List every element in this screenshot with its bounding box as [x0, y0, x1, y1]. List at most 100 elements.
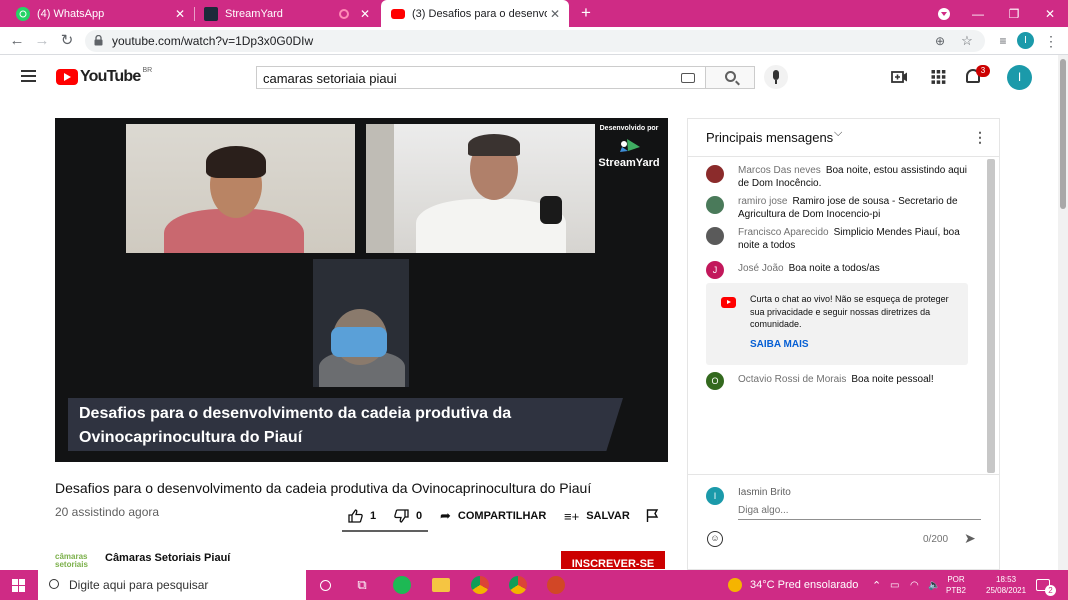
- chat-text: Boa noite pessoal!: [851, 374, 934, 385]
- chat-text: Boa noite a todos/as: [788, 263, 880, 274]
- tab-search-icon[interactable]: [927, 0, 961, 27]
- chevron-down-icon[interactable]: ⌵: [834, 127, 842, 140]
- chat-input-area: I Iasmin Brito Diga algo... ☺ 0/200 ➤: [688, 474, 999, 569]
- send-icon[interactable]: ➤: [964, 530, 976, 547]
- new-tab-icon[interactable]: +: [576, 3, 596, 23]
- dislike-button[interactable]: 0: [394, 508, 422, 524]
- streamyard-watermark: Desenvolvido por StreamYard: [594, 125, 664, 181]
- chrome-profile-icon[interactable]: [508, 575, 528, 595]
- chat-author: ramiro jose: [738, 196, 788, 207]
- taskbar-search-input[interactable]: Digite aqui para pesquisar: [38, 570, 306, 600]
- save-button[interactable]: ≡+ SALVAR: [564, 508, 630, 524]
- participant-video-1: [126, 124, 355, 253]
- flag-icon: [646, 509, 659, 522]
- back-icon[interactable]: ←: [8, 32, 26, 50]
- close-icon[interactable]: ✕: [547, 7, 563, 21]
- search-input[interactable]: camaras setoriaia piaui: [256, 66, 706, 89]
- minimize-icon[interactable]: —: [961, 0, 995, 27]
- logo-country: BR: [142, 66, 153, 74]
- windows-start-icon[interactable]: [12, 579, 25, 592]
- like-button[interactable]: 1: [348, 508, 376, 524]
- wifi-icon[interactable]: ◠: [910, 570, 919, 600]
- search-query: camaras setoriaia piaui: [263, 71, 397, 86]
- reload-icon[interactable]: ↻: [58, 32, 76, 50]
- live-chat-panel: Principais mensagens ⌵ ⋮ Marcos Das neve…: [687, 118, 1000, 570]
- clock[interactable]: 18:53 25/08/2021: [986, 570, 1026, 600]
- notice-text: Curta o chat ao vivo! Não se esqueça de …: [750, 294, 949, 329]
- file-explorer-icon[interactable]: [431, 575, 451, 595]
- chat-header: Principais mensagens ⌵ ⋮: [688, 119, 999, 157]
- close-icon[interactable]: ✕: [357, 7, 373, 21]
- action-center-icon[interactable]: 2: [1036, 570, 1061, 600]
- thumbs-up-icon: [348, 509, 363, 523]
- reading-list-icon[interactable]: ≡: [994, 32, 1012, 50]
- youtube-logo[interactable]: YouTube BR: [56, 66, 153, 86]
- bookmark-star-icon[interactable]: ☆: [960, 34, 974, 48]
- windows-taskbar: Digite aqui para pesquisar ⧉ 34°C Pred e…: [0, 570, 1068, 600]
- channel-name[interactable]: Câmaras Setoriais Piauí: [105, 552, 230, 564]
- like-ratio-bar: [342, 530, 428, 532]
- thumbs-down-icon: [394, 509, 409, 523]
- powerpoint-icon[interactable]: [546, 575, 566, 595]
- restore-icon[interactable]: ❐: [997, 0, 1031, 27]
- youtube-icon: [721, 297, 736, 308]
- subscribe-button[interactable]: INSCREVER-SE: [561, 551, 665, 569]
- forward-icon[interactable]: →: [33, 32, 51, 50]
- streamyard-logo-icon: [594, 135, 664, 155]
- chrome-icon[interactable]: [470, 575, 490, 595]
- tab-streamyard[interactable]: StreamYard ✕: [194, 0, 379, 27]
- participant-video-3: [313, 259, 409, 387]
- youtube-header: YouTube BR camaras setoriaia piaui 3 I: [0, 55, 1058, 99]
- apps-grid-icon[interactable]: [930, 69, 947, 85]
- tab-whatsapp[interactable]: (4) WhatsApp ✕: [6, 0, 194, 27]
- cortana-icon[interactable]: [315, 575, 335, 595]
- chat-scrollbar[interactable]: [987, 159, 995, 473]
- chat-avatar: O: [706, 372, 724, 390]
- chat-mode-label[interactable]: Principais mensagens: [706, 130, 833, 145]
- tab-youtube[interactable]: (3) Desafios para o desenvolvimen ✕: [381, 0, 569, 27]
- share-button[interactable]: ➦ COMPARTILHAR: [440, 508, 546, 524]
- browser-tab-bar: (4) WhatsApp ✕ StreamYard ✕ (3) Desafios…: [0, 0, 1068, 27]
- chat-avatar: J: [706, 261, 724, 279]
- tray-chevron-icon[interactable]: ⌃: [872, 570, 881, 600]
- task-view-icon[interactable]: ⧉: [352, 575, 372, 595]
- tab-title: (3) Desafios para o desenvolvimen: [412, 7, 547, 20]
- tray-network-icon[interactable]: ▭: [890, 570, 899, 600]
- close-window-icon[interactable]: ✕: [1033, 0, 1067, 27]
- address-bar-row: ← → ↻ youtube.com/watch?v=1Dp3x0G0DIw ⊕ …: [0, 27, 1068, 55]
- learn-more-link[interactable]: SAIBA MAIS: [750, 339, 809, 350]
- more-options-icon[interactable]: ⋮: [973, 129, 987, 146]
- search-icon: [49, 579, 59, 589]
- language-indicator[interactable]: POR PTB2: [946, 570, 966, 600]
- report-button[interactable]: [646, 508, 659, 524]
- keyboard-icon[interactable]: [681, 73, 695, 83]
- video-player[interactable]: Desenvolvido por StreamYard Desafios par…: [55, 118, 668, 462]
- scrollbar-thumb[interactable]: [1060, 59, 1066, 209]
- browser-menu-icon[interactable]: ⋮: [1042, 32, 1060, 50]
- omnibox[interactable]: youtube.com/watch?v=1Dp3x0G0DIw ⊕ ☆: [85, 30, 985, 52]
- chat-message-input[interactable]: Diga algo...: [738, 503, 981, 520]
- close-icon[interactable]: ✕: [172, 7, 188, 21]
- save-playlist-icon: ≡+: [564, 508, 580, 524]
- logo-text: YouTube: [80, 68, 141, 85]
- install-icon[interactable]: ⊕: [933, 34, 947, 48]
- whatsapp-icon: [16, 6, 30, 21]
- channel-logo[interactable]: câmaras setoriais: [55, 553, 93, 569]
- menu-icon[interactable]: [21, 70, 36, 82]
- url-text: youtube.com/watch?v=1Dp3x0G0DIw: [112, 34, 314, 48]
- page-scrollbar[interactable]: [1058, 55, 1068, 570]
- face-mask: [331, 327, 387, 357]
- search-button[interactable]: [705, 66, 755, 89]
- weather-widget[interactable]: 34°C Pred ensolarado: [728, 570, 858, 600]
- youtube-icon: [391, 8, 405, 19]
- chat-avatar: [706, 196, 724, 214]
- create-video-icon[interactable]: [891, 69, 908, 85]
- spotify-icon[interactable]: [392, 575, 412, 595]
- volume-icon[interactable]: 🔈: [928, 570, 940, 600]
- account-avatar[interactable]: I: [1007, 65, 1032, 90]
- voice-search-button[interactable]: [764, 65, 788, 89]
- user-avatar: I: [706, 487, 724, 505]
- emoji-icon[interactable]: ☺: [707, 531, 723, 547]
- browser-profile-avatar[interactable]: I: [1017, 32, 1034, 49]
- viewer-count: 20 assistindo agora: [55, 505, 160, 519]
